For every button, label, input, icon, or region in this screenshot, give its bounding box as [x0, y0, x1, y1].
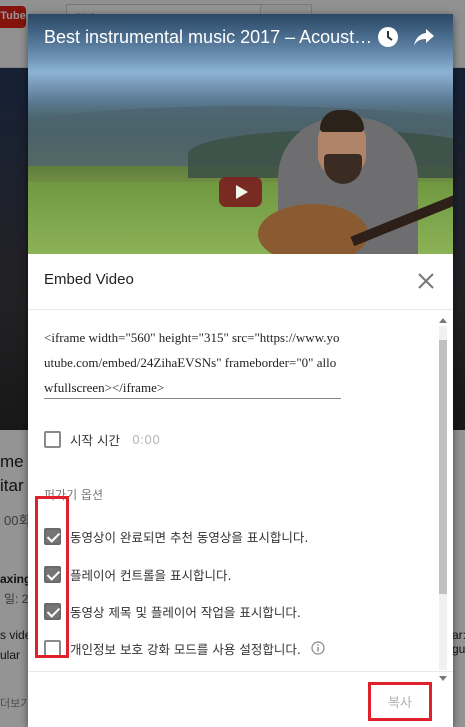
scroll-up-arrow-icon[interactable]: [439, 318, 447, 323]
option-label: 플레이어 컨트롤을 표시합니다.: [70, 567, 232, 583]
option-label: 개인정보 보호 강화 모드를 사용 설정합니다.: [70, 641, 301, 657]
option-title-actions[interactable]: 동영상 제목 및 플레이어 작업을 표시합니다.: [44, 600, 301, 622]
embed-code-field[interactable]: <iframe width="560" height="315" src="ht…: [44, 325, 341, 399]
embed-header: Embed Video: [28, 254, 453, 310]
title-actions-checkbox[interactable]: [44, 602, 61, 620]
share-icon[interactable]: [413, 27, 435, 47]
player-controls-checkbox[interactable]: [44, 565, 61, 583]
dialog-title: Embed Video: [44, 271, 134, 288]
copy-button[interactable]: 복사: [377, 692, 423, 716]
dialog-footer: 복사: [28, 671, 453, 727]
start-time-checkbox[interactable]: [44, 430, 61, 448]
clock-icon[interactable]: [377, 26, 399, 48]
start-time-option[interactable]: 시작 시간 0:00: [44, 428, 160, 450]
option-privacy-mode[interactable]: 개인정보 보호 강화 모드를 사용 설정합니다.: [44, 637, 325, 659]
info-icon[interactable]: [311, 641, 325, 655]
options-scrollbar[interactable]: [436, 314, 450, 686]
option-player-controls[interactable]: 플레이어 컨트롤을 표시합니다.: [44, 563, 231, 585]
start-time-label: 시작 시간: [70, 432, 120, 448]
play-icon[interactable]: [219, 177, 262, 207]
option-label: 동영상 제목 및 플레이어 작업을 표시합니다.: [70, 604, 301, 620]
embed-options-label: 퍼가기 옵션: [44, 488, 104, 502]
scroll-thumb[interactable]: [439, 340, 447, 594]
video-title[interactable]: Best instrumental music 2017 – Acoustic …: [44, 27, 374, 48]
option-label: 동영상이 완료되면 추천 동영상을 표시합니다.: [70, 529, 309, 545]
close-icon[interactable]: [415, 270, 437, 292]
embed-options-body: <iframe width="560" height="315" src="ht…: [28, 311, 453, 671]
embed-dialog: Best instrumental music 2017 – Acoustic …: [28, 14, 453, 727]
privacy-mode-checkbox[interactable]: [44, 639, 61, 657]
start-time-value[interactable]: 0:00: [132, 432, 160, 447]
option-suggested-videos[interactable]: 동영상이 완료되면 추천 동영상을 표시합니다.: [44, 525, 308, 547]
video-preview[interactable]: Best instrumental music 2017 – Acoustic …: [28, 14, 453, 254]
suggested-videos-checkbox[interactable]: [44, 527, 61, 545]
